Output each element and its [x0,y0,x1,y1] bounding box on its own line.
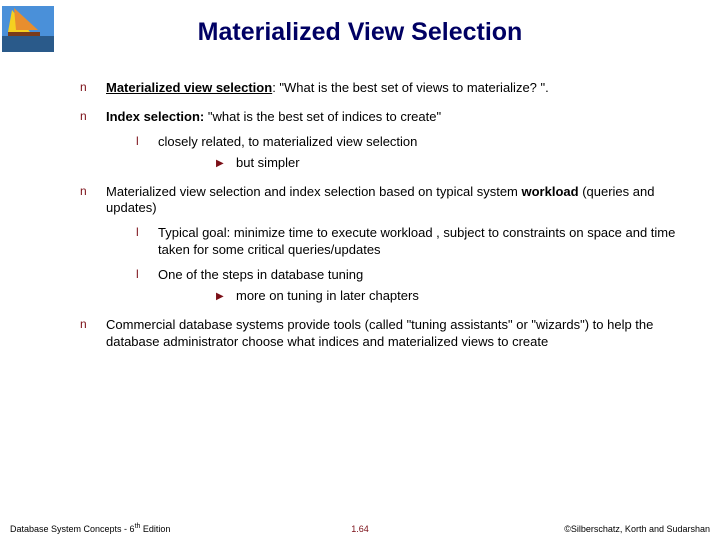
b3-sub2-text: One of the steps in database tuning [158,267,363,282]
sailboat-logo [2,6,54,52]
bullet-3-sub2: One of the steps in database tuning ▶ mo… [106,267,680,305]
arrow-icon: ▶ [216,157,224,170]
bullet-3-sub1: Typical goal: minimize time to execute w… [106,225,680,259]
b3-pre: Materialized view selection and index se… [106,184,522,199]
b2-term: Index selection: [106,109,204,124]
b3-sub2-a-text: more on tuning in later chapters [236,288,419,303]
b4-text: Commercial database systems provide tool… [106,317,653,349]
page-title: Materialized View Selection [0,0,720,47]
b1-text: : "What is the best set of views to mate… [272,80,549,95]
b2-text: "what is the best set of indices to crea… [204,109,441,124]
bullet-4: Commercial database systems provide tool… [80,317,680,351]
b3-bold: workload [522,184,579,199]
arrow-icon: ▶ [216,290,224,303]
footer-left: Database System Concepts - 6th Edition [10,523,170,534]
bullet-2-sub1-a: ▶ but simpler [158,155,680,172]
footer-left-post: Edition [140,524,170,534]
bullet-1: Materialized view selection: "What is th… [80,80,680,97]
bullet-2: Index selection: "what is the best set o… [80,109,680,172]
b2-sub1-text: closely related, to materialized view se… [158,134,417,149]
b2-sub1-a-text: but simpler [236,155,300,170]
footer-copyright: ©Silberschatz, Korth and Sudarshan [564,524,710,534]
b3-sub1-text: Typical goal: minimize time to execute w… [158,225,675,257]
slide-body: Materialized view selection: "What is th… [80,80,680,363]
bullet-3-sub2-a: ▶ more on tuning in later chapters [158,288,680,305]
b1-term: Materialized view selection [106,80,272,95]
footer-page-number: 1.64 [351,524,369,534]
bullet-2-sub1: closely related, to materialized view se… [106,134,680,172]
footer-left-pre: Database System Concepts - 6 [10,524,135,534]
bullet-3: Materialized view selection and index se… [80,184,680,305]
